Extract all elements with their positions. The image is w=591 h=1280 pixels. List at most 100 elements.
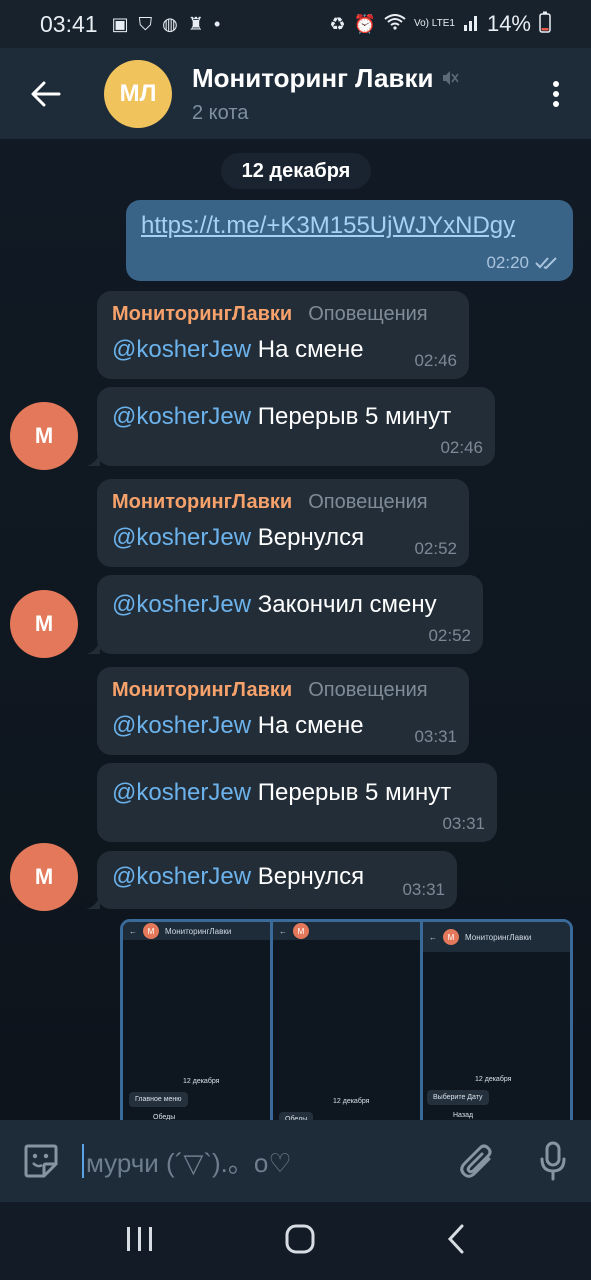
more-menu-button[interactable] bbox=[521, 80, 591, 108]
mini-back-icon: ← bbox=[129, 926, 137, 936]
mention-link[interactable]: @kosherJew bbox=[112, 403, 251, 430]
double-check-icon bbox=[535, 257, 557, 270]
message-body: Вернулся bbox=[251, 524, 365, 551]
home-button[interactable] bbox=[284, 1223, 316, 1260]
mini-button: Выберите Дату bbox=[427, 1090, 489, 1105]
incoming-message[interactable]: @kosherJew Закончил смену 02:52 bbox=[97, 575, 483, 654]
back-button[interactable] bbox=[0, 48, 92, 139]
sticker-button[interactable] bbox=[0, 1142, 82, 1180]
message-text: @kosherJew Перерыв 5 минут bbox=[112, 403, 481, 431]
mini-title: МониторингЛавки bbox=[465, 932, 532, 942]
message-composer: мурчи (´▽`).。o♡ bbox=[0, 1120, 591, 1202]
sender-row: МониторингЛавки Оповещения bbox=[112, 679, 455, 702]
more-vertical-icon bbox=[553, 80, 559, 107]
mini-header: ← М МониторингЛавки bbox=[423, 922, 570, 952]
chevron-left-icon bbox=[448, 1224, 464, 1253]
message-time: 02:20 bbox=[486, 253, 529, 272]
user-avatar[interactable]: М bbox=[10, 402, 78, 470]
album-image-2[interactable]: ← М 12 декабря Обеды bbox=[273, 922, 423, 1120]
recent-apps-button[interactable] bbox=[125, 1226, 155, 1257]
message-text: @kosherJew Вернулся bbox=[112, 524, 455, 552]
user-avatar[interactable]: М bbox=[10, 590, 78, 658]
status-time: 03:41 bbox=[40, 10, 98, 37]
sender-name[interactable]: МониторингЛавки bbox=[112, 679, 292, 702]
back-nav-button[interactable] bbox=[446, 1224, 466, 1259]
sender-name[interactable]: МониторингЛавки bbox=[112, 491, 292, 514]
message-time: 02:46 bbox=[440, 438, 483, 457]
mini-date: 12 декабря bbox=[183, 1078, 220, 1085]
message-input[interactable]: мурчи (´▽`).。o♡ bbox=[82, 1131, 439, 1191]
keyhole-icon: ♜ bbox=[187, 13, 204, 34]
message-time: 02:52 bbox=[428, 626, 471, 645]
album-image-3[interactable]: ← М МониторингЛавки 12 декабря Выберите … bbox=[423, 922, 570, 1120]
home-icon bbox=[285, 1224, 315, 1253]
mini-avatar: М bbox=[143, 923, 159, 939]
shield-icon: ⛉ bbox=[138, 13, 153, 34]
album-image-1[interactable]: ← М МониторингЛавки 12 декабря Главное м… bbox=[123, 922, 273, 1120]
chat-title: Мониторинг Лавки bbox=[192, 62, 434, 93]
wifi-icon bbox=[384, 13, 406, 35]
mini-back-icon: ← bbox=[279, 926, 287, 936]
system-icons: ♻ ⏰ Vo) LTE1 14% bbox=[329, 11, 551, 38]
incoming-message[interactable]: @kosherJew Перерыв 5 минут 03:31 bbox=[97, 763, 497, 842]
recycle-icon: ♻ bbox=[329, 13, 346, 34]
mention-link[interactable]: @kosherJew bbox=[112, 779, 251, 806]
mini-header: ← М МониторингЛавки bbox=[123, 922, 270, 940]
user-avatar[interactable]: М bbox=[10, 843, 78, 911]
mini-date: 12 декабря bbox=[333, 1098, 370, 1105]
message-input-placeholder: мурчи (´▽`).。o♡ bbox=[86, 1147, 292, 1178]
incoming-message[interactable]: @kosherJew Вернулся 03:31 bbox=[97, 851, 457, 909]
mention-link[interactable]: @kosherJew bbox=[112, 524, 251, 551]
message-text: @kosherJew Перерыв 5 минут bbox=[112, 779, 483, 807]
mention-link[interactable]: @kosherJew bbox=[112, 336, 251, 363]
bubble-tail bbox=[86, 452, 100, 466]
attach-button[interactable] bbox=[439, 1142, 515, 1180]
incoming-message[interactable]: @kosherJew Перерыв 5 минут 02:46 bbox=[97, 387, 495, 466]
message-meta: 02:20 bbox=[486, 253, 561, 273]
message-body: Перерыв 5 минут bbox=[251, 779, 452, 806]
group-avatar[interactable]: МЛ bbox=[104, 59, 172, 128]
arrow-left-icon bbox=[31, 81, 61, 106]
mini-avatar: М bbox=[443, 929, 459, 945]
sender-role: Оповещения bbox=[308, 679, 428, 701]
sender-name[interactable]: МониторингЛавки bbox=[112, 303, 292, 326]
message-body: На смене bbox=[251, 336, 364, 363]
incoming-message[interactable]: МониторингЛавки Оповещения @kosherJew На… bbox=[97, 291, 469, 379]
bubble-tail bbox=[86, 895, 100, 909]
dot-icon: • bbox=[213, 13, 221, 34]
message-list[interactable]: 12 декабря https://t.me/+K3M155UjWJYxNDg… bbox=[0, 139, 591, 1120]
signal-icon bbox=[463, 13, 479, 36]
sender-row: МониторингЛавки Оповещения bbox=[112, 303, 455, 326]
mute-icon bbox=[443, 71, 460, 85]
message-text: @kosherJew На смене bbox=[112, 712, 455, 740]
chat-info[interactable]: Мониторинг Лавки 2 кота bbox=[192, 62, 460, 125]
battery-icon bbox=[539, 11, 551, 38]
message-text: @kosherJew Вернулся bbox=[112, 863, 443, 891]
recent-apps-icon bbox=[126, 1226, 152, 1251]
paperclip-icon bbox=[460, 1144, 492, 1178]
message-time: 03:31 bbox=[402, 880, 445, 899]
mini-button: Назад bbox=[453, 1112, 474, 1119]
incoming-message[interactable]: МониторингЛавки Оповещения @kosherJew На… bbox=[97, 667, 469, 755]
mention-link[interactable]: @kosherJew bbox=[112, 591, 251, 618]
image-album[interactable]: ← М МониторингЛавки 12 декабря Главное м… bbox=[120, 919, 573, 1120]
app-icon: ◍ bbox=[162, 13, 178, 34]
outgoing-message[interactable]: https://t.me/+K3M155UjWJYxNDgy 02:20 bbox=[126, 200, 573, 281]
sender-role: Оповещения bbox=[308, 491, 428, 513]
mini-button: Обеды bbox=[279, 1112, 314, 1120]
mention-link[interactable]: @kosherJew bbox=[112, 712, 251, 739]
incoming-message[interactable]: МониторингЛавки Оповещения @kosherJew Ве… bbox=[97, 479, 469, 567]
notification-app-icon: ▣ bbox=[111, 13, 129, 34]
system-navigation-bar bbox=[0, 1202, 591, 1280]
voice-record-button[interactable] bbox=[515, 1141, 591, 1181]
bubble-tail bbox=[86, 640, 100, 654]
message-time: 03:31 bbox=[414, 727, 457, 746]
notification-icons: ▣ ⛉ ◍ ♜ • bbox=[112, 14, 221, 35]
mention-link[interactable]: @kosherJew bbox=[112, 863, 251, 890]
mini-back-icon: ← bbox=[429, 932, 437, 942]
message-link[interactable]: https://t.me/+K3M155UjWJYxNDgy bbox=[141, 212, 559, 240]
date-separator: 12 декабря bbox=[221, 153, 371, 189]
chat-subtitle: 2 кота bbox=[192, 101, 249, 124]
sender-role: Оповещения bbox=[308, 303, 428, 325]
message-body: На смене bbox=[251, 712, 364, 739]
